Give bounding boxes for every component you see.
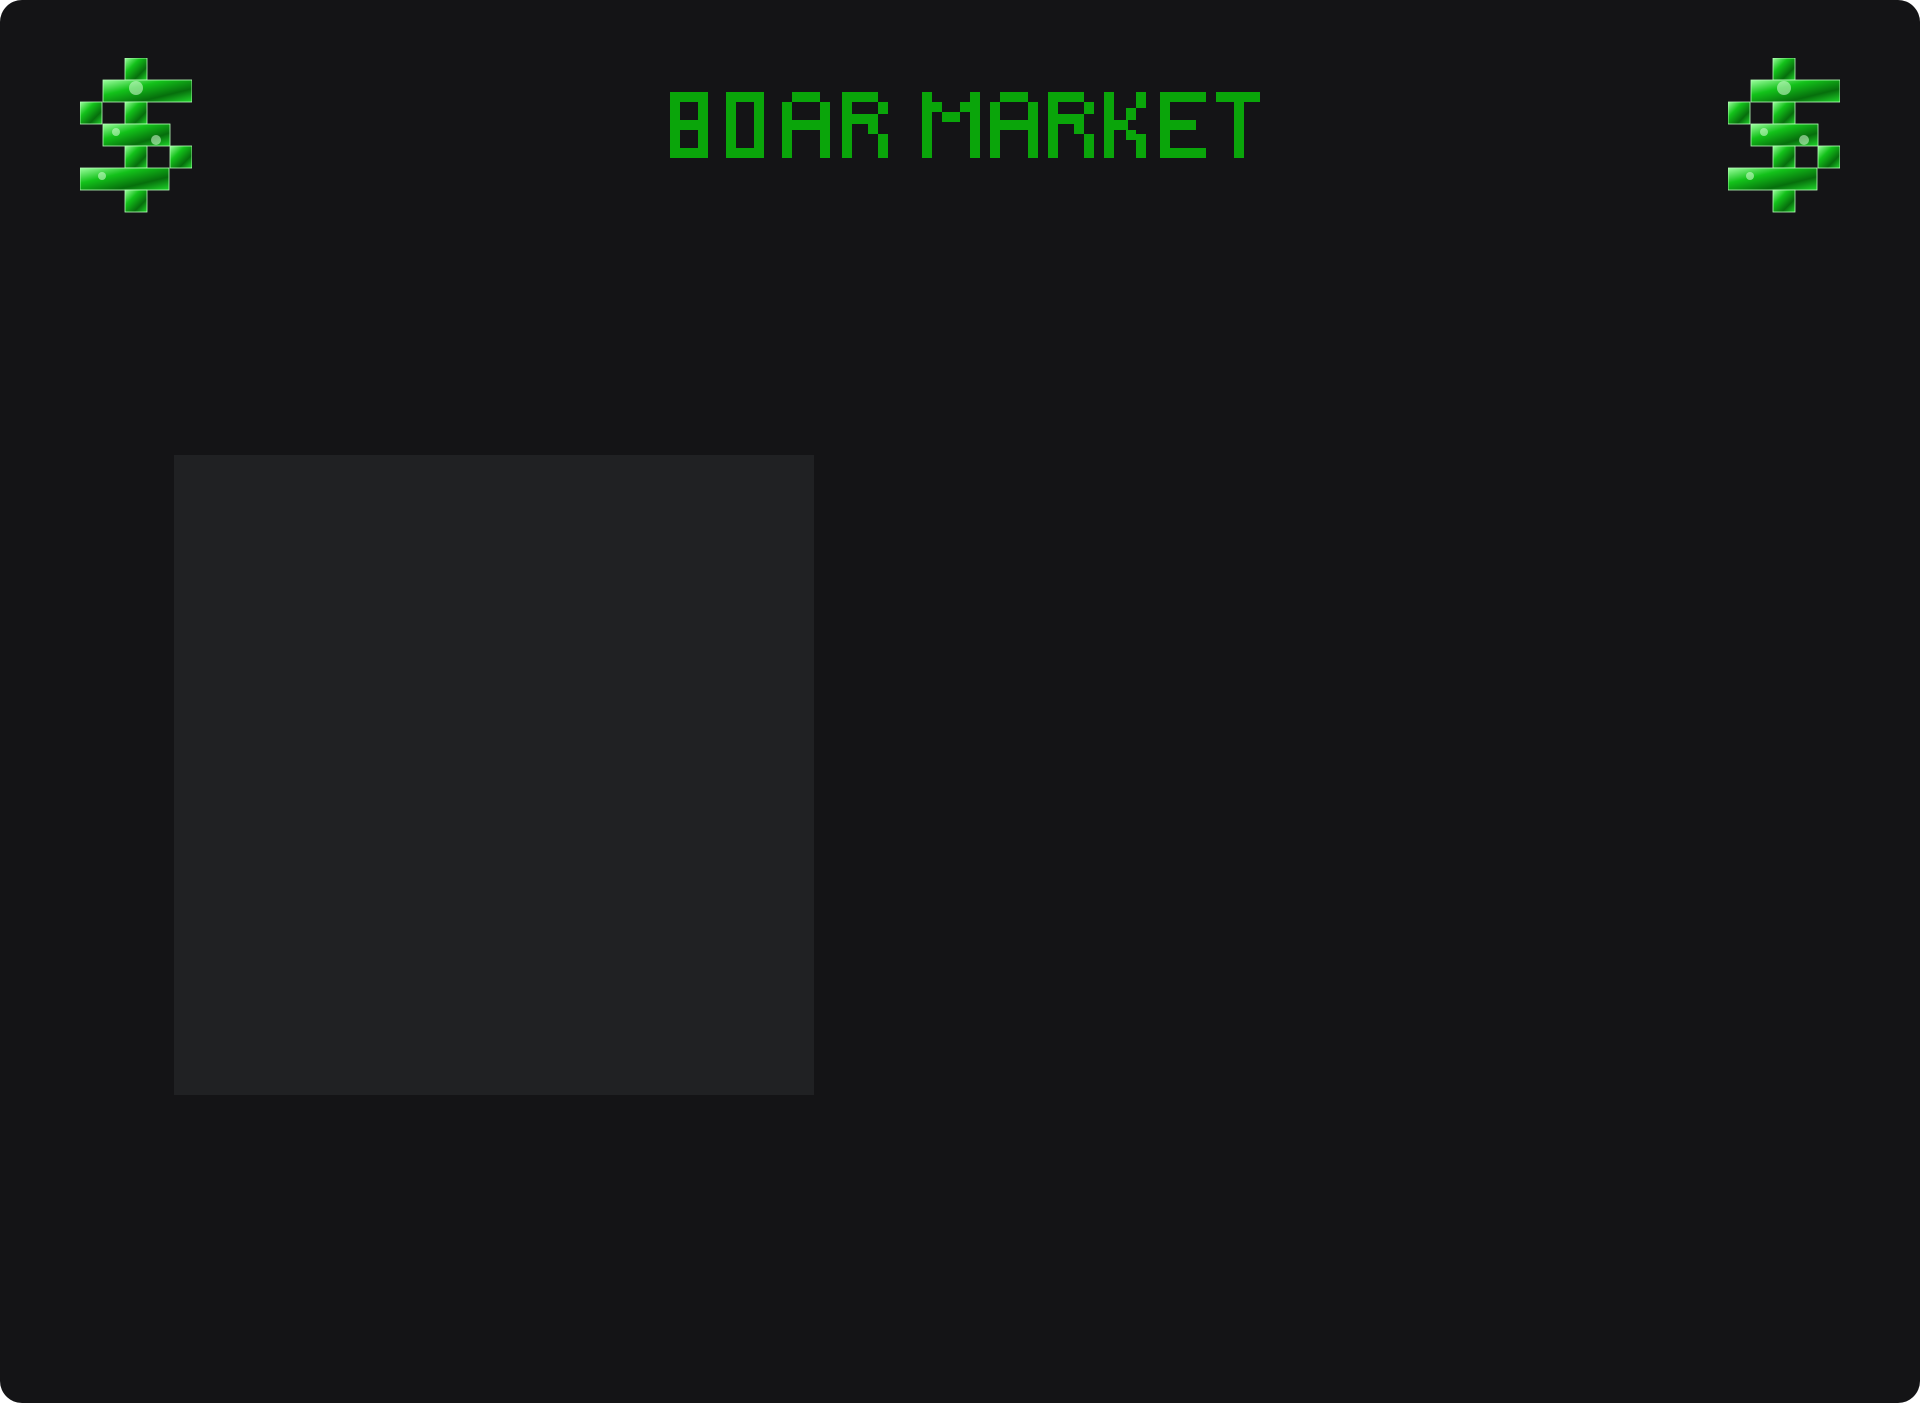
page-title-graphic [670, 92, 1262, 158]
page-title: BOAR MARKET [660, 84, 1262, 164]
dollar-sign-icon [80, 58, 192, 213]
app-window: BOAR MARKET [0, 0, 1920, 1403]
dollar-sign-icon [1728, 58, 1840, 213]
content-panel [174, 455, 814, 1095]
